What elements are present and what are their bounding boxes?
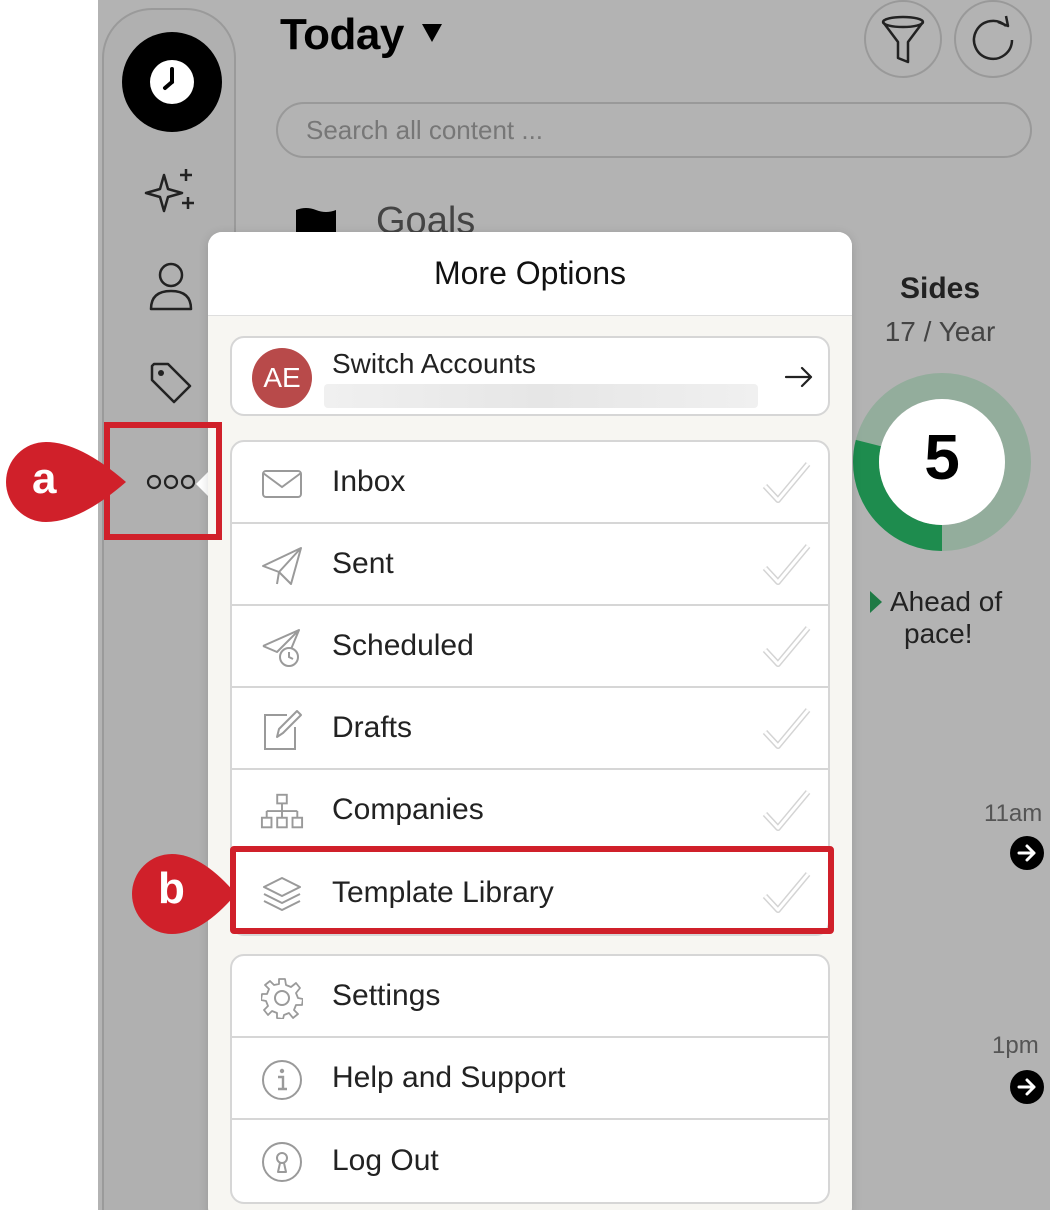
menu-item-label: Scheduled: [332, 629, 474, 662]
caret-down-icon[interactable]: [421, 22, 443, 44]
today-clock-button[interactable]: [122, 32, 222, 132]
checkmark-icon: [762, 708, 811, 749]
menu-item-label: Sent: [332, 547, 394, 580]
arrow-right-icon: [1017, 844, 1036, 862]
person-icon: [149, 262, 193, 311]
avatar: AE: [252, 348, 312, 408]
menu-item-label: Inbox: [332, 465, 406, 498]
search-input[interactable]: Search all content ...: [276, 102, 1032, 158]
checkmark-icon: [762, 790, 811, 831]
pace-line-1: Ahead of: [890, 586, 1003, 617]
info-icon: [260, 1058, 304, 1102]
menu-item-label: Drafts: [332, 711, 413, 744]
checkmark-icon: [762, 544, 811, 585]
filter-button[interactable]: [864, 0, 942, 78]
menu-item-label: Help and Support: [332, 1061, 566, 1094]
stat-title: Sides: [899, 272, 981, 305]
tag-icon: [150, 362, 192, 404]
keyhole-icon: [260, 1140, 304, 1184]
pace-arrow-icon: [870, 591, 882, 613]
menu-item-log-out[interactable]: Log Out: [232, 1120, 828, 1202]
refresh-button[interactable]: [954, 0, 1032, 78]
redacted-email: [324, 384, 758, 408]
edit-icon: [260, 708, 304, 752]
org-chart-icon: [260, 790, 304, 834]
annotation-label-b: b: [158, 864, 185, 913]
highlight-box-b: [230, 846, 834, 934]
funnel-icon: [881, 15, 925, 64]
menu-item-inbox[interactable]: Inbox: [232, 442, 828, 524]
clock-icon: [150, 60, 194, 104]
paper-plane-icon: [260, 544, 304, 588]
stat-count: 5: [924, 421, 960, 493]
menu-item-label: Log Out: [332, 1144, 439, 1177]
go-arrow-button[interactable]: [1010, 836, 1044, 870]
menu-item-settings[interactable]: Settings: [232, 956, 828, 1038]
menu-item-help-and-support[interactable]: Help and Support: [232, 1038, 828, 1120]
arrow-right-icon: [784, 366, 813, 388]
menu-item-label: Companies: [332, 793, 484, 826]
refresh-icon: [972, 15, 1014, 61]
pace-status: Ahead of pace!: [870, 586, 1050, 650]
arrow-right-icon: [1017, 1078, 1036, 1096]
checkmark-icon: [762, 626, 811, 667]
menu-item-companies[interactable]: Companies: [232, 770, 828, 852]
account-options-list: Settings Help and Support Log Out: [230, 954, 830, 1204]
scheduled-plane-icon: [260, 626, 304, 670]
go-arrow-button[interactable]: [1010, 1070, 1044, 1104]
menu-item-label: Settings: [332, 979, 441, 1012]
switch-accounts-button[interactable]: AE Switch Accounts: [230, 336, 830, 416]
switch-accounts-label: Switch Accounts: [332, 348, 536, 379]
annotation-label-a: a: [32, 454, 57, 503]
annotation-marker-a: [6, 442, 126, 522]
stat-subtitle: 17 / Year: [884, 316, 996, 347]
pace-line-2: pace!: [904, 618, 973, 649]
sparkle-icon: [144, 169, 194, 213]
menu-item-sent[interactable]: Sent: [232, 524, 828, 606]
more-options-popover: More Options AE Switch Accounts Inbox Se…: [208, 232, 852, 1210]
checkmark-icon: [762, 462, 811, 503]
popover-title: More Options: [208, 232, 852, 316]
time-label: 1pm: [992, 1032, 1039, 1059]
sparkle-button[interactable]: [104, 160, 238, 220]
envelope-icon: [260, 462, 304, 506]
page-title[interactable]: Today: [280, 10, 404, 60]
menu-item-scheduled[interactable]: Scheduled: [232, 606, 828, 688]
gear-icon: [260, 976, 304, 1020]
time-label: 11am: [984, 800, 1043, 827]
menu-item-drafts[interactable]: Drafts: [232, 688, 828, 770]
